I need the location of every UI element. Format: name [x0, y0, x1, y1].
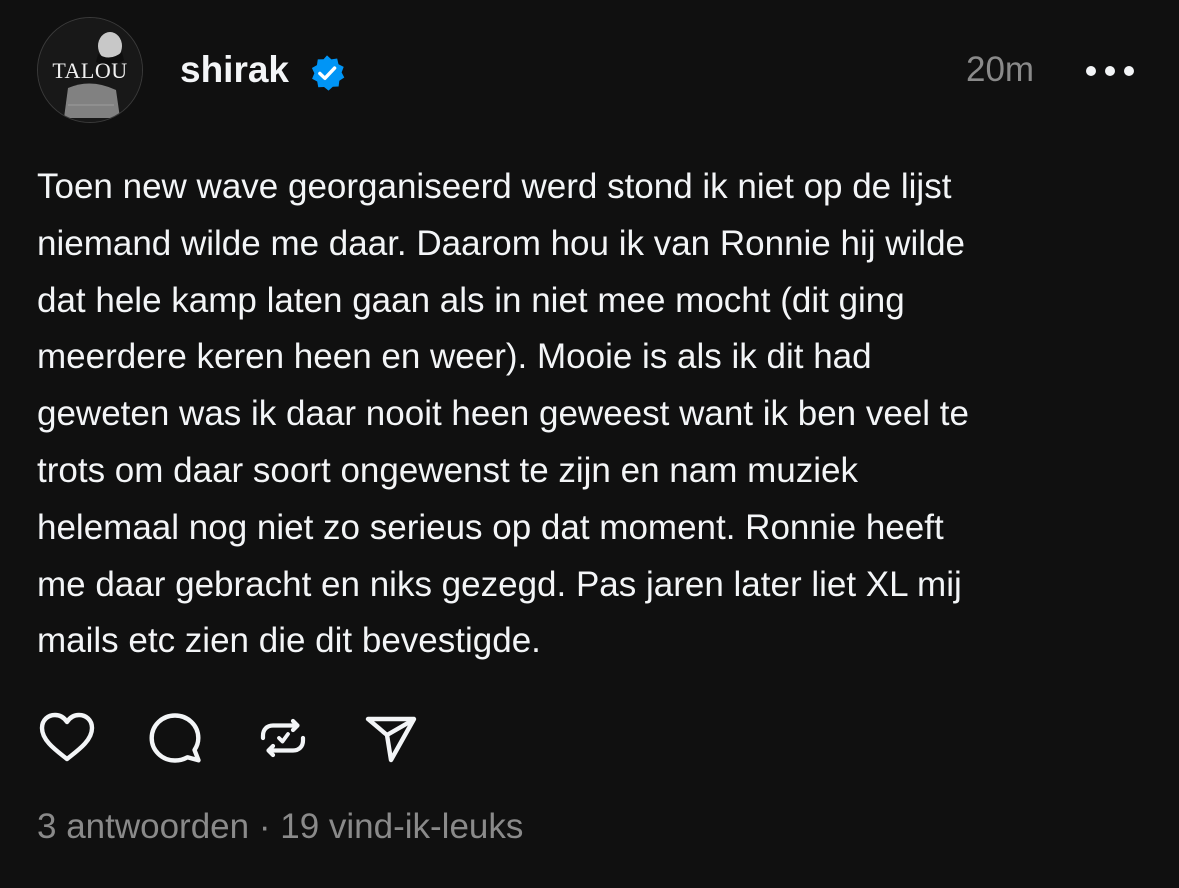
share-button[interactable] — [361, 708, 421, 768]
like-button[interactable] — [37, 708, 97, 768]
verified-badge-icon — [311, 55, 345, 91]
stats-separator: · — [258, 807, 271, 846]
reply-count-link[interactable]: 3 antwoorden — [37, 807, 249, 846]
author-username[interactable]: shirak — [180, 46, 289, 94]
post-body: Toen new wave georganiseerd werd stond i… — [37, 159, 1147, 670]
post-timestamp: 20m — [966, 50, 1035, 89]
post-stats: 3 antwoorden · 19 vind-ik-leuks — [37, 805, 523, 849]
post-body-line: niemand wilde me daar. Daarom hou ik van… — [37, 223, 965, 263]
post-body-line: meerdere keren heen en weer). Mooie is a… — [37, 337, 872, 377]
post-body-line: Toen new wave georganiseerd werd stond i… — [37, 167, 952, 206]
post-body-line: dat hele kamp laten gaan als in niet mee… — [37, 280, 905, 320]
more-dot-icon — [1086, 66, 1096, 76]
more-dot-icon — [1105, 66, 1115, 76]
heart-icon — [39, 712, 95, 762]
comment-icon — [149, 713, 201, 763]
repost-button[interactable] — [253, 708, 313, 768]
post-body-line: mails etc zien die dit bevestigde. — [37, 621, 541, 661]
more-dot-icon — [1124, 66, 1134, 76]
like-count-link[interactable]: 19 vind-ik-leuks — [280, 807, 523, 846]
post-body-line: helemaal nog niet zo serieus op dat mome… — [37, 507, 944, 547]
repost-icon — [260, 718, 306, 758]
avatar[interactable]: TALOU — [37, 17, 143, 123]
avatar-logo-text: TALOU — [52, 58, 128, 83]
post-actions — [37, 708, 437, 768]
more-options-button[interactable] — [1086, 60, 1134, 82]
post-body-line: geweten was ik daar nooit heen geweest w… — [37, 394, 969, 434]
send-icon — [365, 716, 417, 763]
reply-button[interactable] — [145, 708, 205, 768]
post-body-line: trots om daar soort ongewenst te zijn en… — [37, 450, 858, 490]
post-body-line: me daar gebracht en niks gezegd. Pas jar… — [37, 564, 962, 604]
